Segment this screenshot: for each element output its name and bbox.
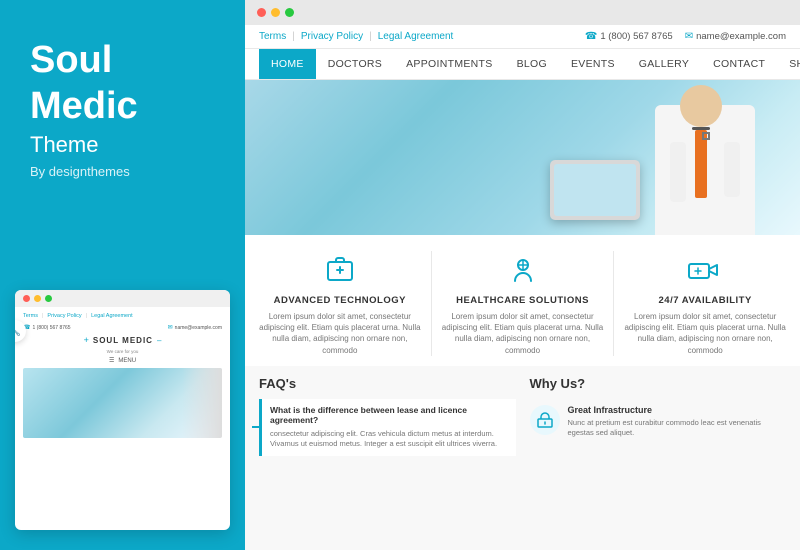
doctor-head xyxy=(680,85,722,127)
feature-1-title: ADVANCED TECHNOLOGY xyxy=(259,295,421,306)
faq-answer-1: consectetur adipiscing elit. Cras vehicu… xyxy=(270,429,508,450)
mini-dot-red xyxy=(23,295,30,302)
mini-browser: Terms | Privacy Policy | Legal Agreement… xyxy=(15,290,230,530)
theme-by: By designthemes xyxy=(30,164,215,179)
mini-hero-doctor xyxy=(182,368,222,438)
mini-browser-content: Terms | Privacy Policy | Legal Agreement… xyxy=(15,307,230,444)
feature-advanced-tech: ADVANCED TECHNOLOGY Lorem ipsum dolor si… xyxy=(259,251,421,356)
doctor-arm-left xyxy=(670,142,686,202)
mini-logo-plus-icon: + xyxy=(84,335,89,345)
mini-menu-icon: ☰ xyxy=(109,357,114,364)
top-bar: Terms | Privacy Policy | Legal Agreement… xyxy=(245,25,800,49)
bottom-row: FAQ's What is the difference between lea… xyxy=(245,366,800,550)
availability-icon xyxy=(686,251,724,289)
feature-healthcare: HEALTHCARE SOLUTIONS Lorem ipsum dolor s… xyxy=(442,251,604,356)
feature-1-desc: Lorem ipsum dolor sit amet, consectetur … xyxy=(259,311,421,356)
feature-2-title: HEALTHCARE SOLUTIONS xyxy=(442,295,604,306)
faq-item-1: What is the difference between lease and… xyxy=(259,399,516,456)
why-content-1: Great Infrastructure Nunc at pretium est… xyxy=(568,405,787,439)
mini-logo-text: SOUL MEDIC xyxy=(93,336,153,345)
phone-number: 1 (800) 567 8765 xyxy=(600,31,672,42)
mini-logo-dash: – xyxy=(157,336,161,345)
faq-question-1: What is the difference between lease and… xyxy=(270,405,508,425)
doctor-coat-body xyxy=(640,80,770,235)
feature-3-desc: Lorem ipsum dolor sit amet, consectetur … xyxy=(624,311,786,356)
dot-green xyxy=(285,8,294,17)
email-address: name@example.com xyxy=(696,31,786,42)
main-navigation: HOME DOCTORS APPOINTMENTS BLOG EVENTS GA… xyxy=(245,49,800,80)
link-privacy[interactable]: Privacy Policy xyxy=(301,31,363,42)
hero-doctor-area xyxy=(490,80,800,235)
faq-title: FAQ's xyxy=(259,376,516,391)
nav-blog[interactable]: BLOG xyxy=(505,49,559,79)
mini-menu-button[interactable]: ☰ MENU xyxy=(23,357,222,364)
mini-hero-image xyxy=(23,368,222,438)
dot-red xyxy=(257,8,266,17)
nav-events[interactable]: EVENTS xyxy=(559,49,627,79)
link-terms[interactable]: Terms xyxy=(259,31,286,42)
why-icon-1 xyxy=(530,405,560,435)
why-section: Why Us? Great Infrastructure Nunc at pre… xyxy=(530,376,787,540)
mini-link-legal[interactable]: Legal Agreement xyxy=(91,313,133,319)
feature-availability: 24/7 AVAILABILITY Lorem ipsum dolor sit … xyxy=(624,251,786,356)
mini-dot-green xyxy=(45,295,52,302)
feature-divider-1 xyxy=(431,251,432,356)
nav-contact[interactable]: CONTACT xyxy=(701,49,777,79)
mini-sep-1: | xyxy=(42,313,43,319)
nav-home[interactable]: HOME xyxy=(259,49,316,79)
mini-link-privacy[interactable]: Privacy Policy xyxy=(47,313,81,319)
sep-2: | xyxy=(369,31,372,42)
title-soul: Soul xyxy=(30,40,215,82)
email-icon: ✉ xyxy=(685,31,693,42)
mini-dot-yellow xyxy=(34,295,41,302)
nav-appointments[interactable]: APPOINTMENTS xyxy=(394,49,504,79)
nav-shop[interactable]: SHOP xyxy=(777,49,800,79)
tablet-device xyxy=(550,160,640,220)
browser-chrome xyxy=(245,0,800,25)
why-item-1: Great Infrastructure Nunc at pretium est… xyxy=(530,399,787,445)
mini-phone: ☎ 1 (800) 567 8765 xyxy=(23,324,71,331)
feature-2-desc: Lorem ipsum dolor sit amet, consectetur … xyxy=(442,311,604,356)
nav-doctors[interactable]: DOCTORS xyxy=(316,49,394,79)
main-browser: Terms | Privacy Policy | Legal Agreement… xyxy=(245,0,800,550)
browser-body: Terms | Privacy Policy | Legal Agreement… xyxy=(245,25,800,550)
doctor-tie xyxy=(695,130,707,198)
left-panel: Soul Medic Theme By designthemes Terms |… xyxy=(0,0,245,550)
theme-title: Soul Medic xyxy=(30,40,215,128)
tablet-screen xyxy=(554,164,636,216)
hero-section xyxy=(245,80,800,235)
mini-contact-row: ☎ 1 (800) 567 8765 ✉ name@example.com xyxy=(23,324,222,331)
stethoscope-circle xyxy=(702,132,710,140)
mini-nav-links: Terms | Privacy Policy | Legal Agreement xyxy=(23,313,222,319)
top-bar-links: Terms | Privacy Policy | Legal Agreement xyxy=(259,31,453,42)
mini-sep-2: | xyxy=(86,313,87,319)
link-legal[interactable]: Legal Agreement xyxy=(378,31,454,42)
features-section: ADVANCED TECHNOLOGY Lorem ipsum dolor si… xyxy=(245,235,800,366)
mini-email: ✉ name@example.com xyxy=(168,324,222,331)
email-contact: ✉ name@example.com xyxy=(685,31,786,42)
why-item-title-1: Great Infrastructure xyxy=(568,405,787,415)
healthcare-icon xyxy=(504,251,542,289)
mini-tagline: We care for you xyxy=(23,349,222,354)
mini-browser-bar xyxy=(15,290,230,307)
title-medic: Medic xyxy=(30,86,215,128)
theme-subtitle: Theme xyxy=(30,132,215,158)
top-bar-contact: ☎ 1 (800) 567 8765 ✉ name@example.com xyxy=(585,31,786,42)
dot-yellow xyxy=(271,8,280,17)
faq-section: FAQ's What is the difference between lea… xyxy=(259,376,516,540)
why-item-desc-1: Nunc at pretium est curabitur commodo le… xyxy=(568,418,787,439)
nav-gallery[interactable]: GALLERY xyxy=(627,49,701,79)
feature-3-title: 24/7 AVAILABILITY xyxy=(624,295,786,306)
sep-1: | xyxy=(292,31,295,42)
feature-divider-2 xyxy=(613,251,614,356)
advanced-tech-icon xyxy=(321,251,359,289)
doctor-arm-right xyxy=(724,142,740,197)
phone-icon: ☎ xyxy=(585,31,597,42)
mini-link-terms[interactable]: Terms xyxy=(23,313,38,319)
mini-logo-row: + SOUL MEDIC – xyxy=(23,335,222,345)
faq-collapse-icon[interactable] xyxy=(252,426,260,428)
why-title: Why Us? xyxy=(530,376,787,391)
phone-contact: ☎ 1 (800) 567 8765 xyxy=(585,31,673,42)
mini-email-icon: ✉ xyxy=(168,324,173,331)
